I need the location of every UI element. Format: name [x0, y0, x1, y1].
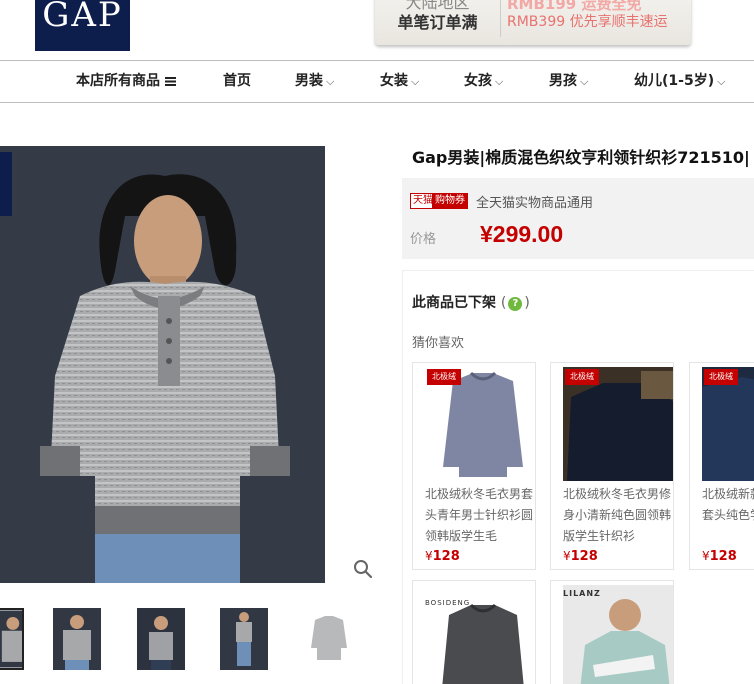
thumbnail-image: [53, 608, 101, 670]
brand-badge: 北极绒: [704, 369, 738, 385]
chevron-down-icon: ⌵: [326, 75, 335, 88]
card-price-value: 128: [570, 549, 598, 564]
thumbnail-1[interactable]: [0, 608, 24, 670]
promo-right: RMB199 运费全免 RMB399 优先享顺丰速运: [501, 0, 691, 45]
gap-logo[interactable]: GAP: [35, 0, 130, 51]
brand-logo: LILANZ: [563, 589, 601, 598]
recommendation-card-2[interactable]: 北极绒 北极绒秋冬毛衣男修身小清新纯色圆领韩版学生针织衫 ¥128: [550, 362, 674, 570]
product-page: GAP 大陆地区 单笔订单满 RMB199 运费全免 RMB399 优先享顺丰速…: [0, 0, 754, 684]
thumbnail-2[interactable]: [53, 608, 101, 670]
card-title: 北极绒秋冬毛衣男套头青年男士针织衫圆领韩版学生毛: [425, 487, 534, 543]
recommendation-card-1[interactable]: 北极绒 北极绒秋冬毛衣男套头青年男士针织衫圆领韩版学生毛 ¥128: [412, 362, 536, 570]
sweater-image: [563, 585, 673, 684]
nav-all-products[interactable]: 本店所有商品: [76, 61, 176, 102]
brand-logo: BOSIDENG: [425, 599, 471, 607]
nav-men[interactable]: 男装 ⌵: [295, 61, 334, 102]
paren-open: (: [500, 295, 507, 311]
nav-label: 首页: [223, 73, 251, 89]
card-image: BOSIDENG: [425, 585, 535, 684]
brand-badge: 北极绒: [427, 369, 461, 385]
currency-symbol: ¥: [425, 549, 433, 563]
coupon-description: 全天猫实物商品通用: [476, 196, 594, 211]
shop-nav: 本店所有商品 首页 男装 ⌵ 女装 ⌵ 女孩 ⌵ 男孩 ⌵ 幼儿(1-5岁) ⌵: [0, 60, 754, 103]
card-title: 北极绒新款男士圆领套头纯色学生: [702, 487, 754, 522]
thumbnail-5[interactable]: [305, 608, 353, 670]
chevron-down-icon: ⌵: [580, 75, 589, 88]
nav-label: 幼儿(1-5岁): [634, 73, 715, 89]
promo-left-line2: 单笔订单满: [397, 13, 478, 32]
zoom-icon[interactable]: [352, 558, 374, 580]
model-photo-illustration: [0, 146, 325, 583]
offline-notice: 此商品已下架 (?): [412, 292, 530, 312]
promo-right-line1: RMB199 运费全免: [507, 0, 642, 13]
brand-badge: 北极绒: [565, 369, 599, 385]
nav-home[interactable]: 首页: [223, 61, 251, 102]
currency-symbol: ¥: [702, 549, 710, 563]
promo-left: 大陆地区 单笔订单满: [375, 0, 500, 45]
paren-close: ): [524, 295, 530, 311]
offline-text: 此商品已下架: [412, 295, 496, 311]
card-image: 北极绒: [425, 367, 535, 481]
thumbnail-3[interactable]: [137, 608, 185, 670]
recommendation-card-3[interactable]: 北极绒 北极绒新款男士圆领套头纯色学生 ¥128: [689, 362, 754, 570]
thumbnail-4[interactable]: [220, 608, 268, 670]
recommendation-card-4[interactable]: BOSIDENG: [412, 580, 536, 684]
promo-right-line2: RMB399 优先享顺丰速运: [507, 14, 668, 30]
nav-toddler[interactable]: 幼儿(1-5岁) ⌵: [634, 61, 725, 102]
nav-label: 男装: [295, 73, 323, 89]
card-price-value: 128: [709, 549, 737, 564]
recommendation-card-5[interactable]: LILANZ: [550, 580, 674, 684]
nav-boys[interactable]: 男孩 ⌵: [549, 61, 588, 102]
product-title: Gap男装|棉质混色织纹亨利领针织衫721510|: [412, 148, 750, 167]
nav-label: 女孩: [464, 73, 492, 89]
list-icon: [165, 76, 176, 86]
chevron-down-icon: ⌵: [495, 75, 504, 88]
thumbnail-image: [220, 608, 268, 670]
card-price-value: 128: [432, 549, 460, 564]
card-image: LILANZ: [563, 585, 673, 684]
guess-you-like-label: 猜你喜欢: [412, 336, 465, 351]
shipping-promo-banner[interactable]: 大陆地区 单笔订单满 RMB199 运费全免 RMB399 优先享顺丰速运: [375, 0, 691, 45]
nav-women[interactable]: 女装 ⌵: [380, 61, 419, 102]
image-side-tab[interactable]: [0, 152, 12, 216]
thumbnail-image: [137, 608, 185, 670]
card-image: 北极绒: [563, 367, 673, 481]
help-icon[interactable]: ?: [508, 297, 523, 311]
thumbnail-image: [0, 610, 22, 668]
main-product-image[interactable]: [0, 146, 325, 583]
nav-label: 女装: [380, 73, 408, 89]
price-box: [402, 178, 754, 259]
card-price: ¥128: [563, 547, 673, 566]
chevron-down-icon: ⌵: [717, 75, 726, 88]
chevron-down-icon: ⌵: [411, 75, 420, 88]
price-label: 价格: [410, 232, 437, 247]
thumbnail-image: [305, 608, 353, 670]
card-image: 北极绒: [702, 367, 754, 481]
coupon-tag[interactable]: 购物券: [432, 193, 468, 209]
card-price: ¥128: [425, 547, 535, 566]
product-price: ¥299.00: [480, 221, 564, 247]
card-title: 北极绒秋冬毛衣男修身小清新纯色圆领韩版学生针织衫: [563, 487, 672, 543]
nav-label: 本店所有商品: [76, 73, 160, 89]
nav-label: 男孩: [549, 73, 577, 89]
card-price: ¥128: [702, 547, 754, 566]
promo-left-line1: 大陆地区: [405, 0, 470, 12]
nav-girls[interactable]: 女孩 ⌵: [464, 61, 503, 102]
currency-symbol: ¥: [563, 549, 571, 563]
